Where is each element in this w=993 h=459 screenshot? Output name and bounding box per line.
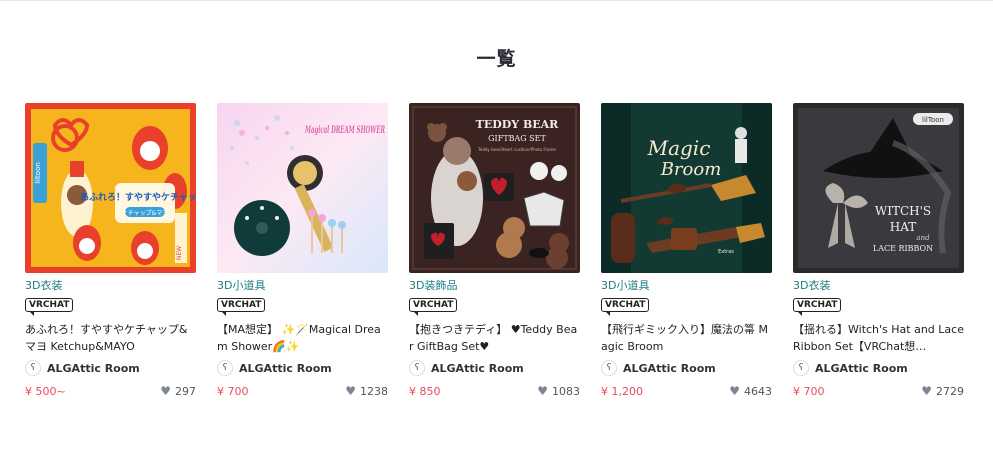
item-grid: liltoon あふれろ！すやすやケチャップ ケチャップ&マヨ NEW 3D衣装… xyxy=(25,103,970,403)
item-card: Magic Broom Extras 3D小道具 VRCHAT 【飛行ギミック入… xyxy=(601,103,772,399)
item-price: ¥ 850 xyxy=(409,384,441,398)
brand-label: liltoon xyxy=(34,162,42,184)
thumbnail-title-text: WITCH'S xyxy=(875,204,931,218)
thumbnail-title-text: Magic xyxy=(647,136,711,160)
item-list-page: 一覧 liltoon あふれろ！すやすやケチャップ ケチャップ&マヨ NEW 3… xyxy=(0,0,993,459)
shop-link[interactable]: ʕ ALGAttic Room xyxy=(409,359,580,377)
shop-avatar-icon: ʕ xyxy=(601,360,617,376)
item-price: ¥ 1,200 xyxy=(601,384,643,398)
shop-link[interactable]: ʕ ALGAttic Room xyxy=(25,359,196,377)
vrchat-badge: VRCHAT xyxy=(793,298,842,316)
item-card: Magical DREAM SHOWER 3D小道具 VRCHAT 【MA想定】… xyxy=(217,103,388,399)
thumbnail-and-text: and xyxy=(916,234,930,242)
shop-avatar-icon: ʕ xyxy=(25,360,41,376)
like-count: 1238 xyxy=(360,384,388,398)
thumbnail-subtitle-text: GIFTBAG SET xyxy=(488,134,546,143)
item-thumbnail[interactable]: liltoon あふれろ！すやすやケチャップ ケチャップ&マヨ NEW xyxy=(25,103,196,273)
shop-name: ALGAttic Room xyxy=(815,361,908,375)
like-button[interactable]: ♥ 1083 xyxy=(537,385,580,398)
item-category[interactable]: 3D衣装 xyxy=(793,279,964,292)
item-title[interactable]: 【飛行ギミック入り】魔法の箒 Magic Broom xyxy=(601,321,772,355)
thumbnail-small-text: Extras xyxy=(718,249,734,255)
page-title: 一覧 xyxy=(476,48,517,70)
item-thumbnail[interactable]: Magic Broom Extras xyxy=(601,103,772,273)
item-title[interactable]: 【揺れる】Witch's Hat and Lace Ribbon Set【VRC… xyxy=(793,321,964,355)
heart-icon: ♥ xyxy=(160,384,171,398)
shop-link[interactable]: ʕ ALGAttic Room xyxy=(217,359,388,377)
item-category[interactable]: 3D小道具 xyxy=(601,279,772,292)
thumbnail-small-text: Teddy bear/Heart cushion/Photo Frame xyxy=(477,147,556,152)
thumbnail-small-text: LACE RIBBON xyxy=(873,244,933,253)
shop-name: ALGAttic Room xyxy=(239,361,332,375)
like-button[interactable]: ♥ 4643 xyxy=(729,385,772,398)
like-button[interactable]: ♥ 297 xyxy=(160,385,196,398)
item-thumbnail[interactable]: lilToon WITCH'S HAT and LACE RIBBON xyxy=(793,103,964,273)
shop-name: ALGAttic Room xyxy=(431,361,524,375)
magic-broom-thumbnail-image: Magic Broom Extras xyxy=(601,103,772,273)
top-divider xyxy=(0,0,993,1)
vrchat-badge: VRCHAT xyxy=(25,298,74,316)
vrchat-badge: VRCHAT xyxy=(601,298,650,316)
thumbnail-title-text: あふれろ！すやすやケチャップ xyxy=(80,191,196,203)
heart-icon: ♥ xyxy=(921,384,932,398)
item-card: lilToon WITCH'S HAT and LACE RIBBON 3D衣装… xyxy=(793,103,964,399)
vrchat-badge: VRCHAT xyxy=(217,298,266,316)
item-category[interactable]: 3D衣装 xyxy=(25,279,196,292)
item-thumbnail[interactable]: Magical DREAM SHOWER xyxy=(217,103,388,273)
heart-icon: ♥ xyxy=(537,384,548,398)
price-row: ¥ 700 ♥ 2729 xyxy=(793,383,964,399)
thumbnail-subtitle-text: Broom xyxy=(660,159,722,180)
item-price: ¥ 700 xyxy=(217,384,249,398)
price-row: ¥ 1,200 ♥ 4643 xyxy=(601,383,772,399)
teddy-bear-giftbag-thumbnail-image: TEDDY BEAR GIFTBAG SET Teddy bear/Heart … xyxy=(409,103,580,273)
heart-icon: ♥ xyxy=(729,384,740,398)
like-count: 1083 xyxy=(552,384,580,398)
magical-dream-shower-thumbnail-image: Magical DREAM SHOWER xyxy=(217,103,388,273)
item-card: liltoon あふれろ！すやすやケチャップ ケチャップ&マヨ NEW 3D衣装… xyxy=(25,103,196,399)
like-count: 4643 xyxy=(744,384,772,398)
shop-name: ALGAttic Room xyxy=(623,361,716,375)
like-count: 2729 xyxy=(936,384,964,398)
shop-link[interactable]: ʕ ALGAttic Room xyxy=(601,359,772,377)
shop-name: ALGAttic Room xyxy=(47,361,140,375)
shop-link[interactable]: ʕ ALGAttic Room xyxy=(793,359,964,377)
thumbnail-tag-text: ケチャップ&マヨ xyxy=(122,210,169,217)
witch-hat-lace-ribbon-thumbnail-image: lilToon WITCH'S HAT and LACE RIBBON xyxy=(793,103,964,273)
thumbnail-title-text: TEDDY BEAR xyxy=(476,118,560,131)
brand-label: lilToon xyxy=(922,116,944,124)
item-category[interactable]: 3D小道具 xyxy=(217,279,388,292)
like-button[interactable]: ♥ 2729 xyxy=(921,385,964,398)
shop-avatar-icon: ʕ xyxy=(793,360,809,376)
item-price: ¥ 500~ xyxy=(25,384,66,398)
item-title[interactable]: あふれろ！すやすやケチャップ&マヨ Ketchup&MAYO xyxy=(25,321,196,355)
item-title[interactable]: 【MA想定】 ✨🪄Magical Dream Shower🌈✨ xyxy=(217,321,388,355)
shop-avatar-icon: ʕ xyxy=(217,360,233,376)
thumbnail-subtitle-text: HAT xyxy=(890,220,916,234)
like-button[interactable]: ♥ 1238 xyxy=(345,385,388,398)
vrchat-badge: VRCHAT xyxy=(409,298,458,316)
item-title[interactable]: 【抱きつきテディ】 ♥Teddy Bear GiftBag Set♥ xyxy=(409,321,580,355)
heart-icon: ♥ xyxy=(345,384,356,398)
thumbnail-side-text: NEW xyxy=(176,246,183,260)
shop-avatar-icon: ʕ xyxy=(409,360,425,376)
like-count: 297 xyxy=(175,384,196,398)
price-row: ¥ 500~ ♥ 297 xyxy=(25,383,196,399)
item-category[interactable]: 3D装飾品 xyxy=(409,279,580,292)
price-row: ¥ 850 ♥ 1083 xyxy=(409,383,580,399)
item-card: TEDDY BEAR GIFTBAG SET Teddy bear/Heart … xyxy=(409,103,580,399)
item-thumbnail[interactable]: TEDDY BEAR GIFTBAG SET Teddy bear/Heart … xyxy=(409,103,580,273)
thumbnail-title-text: Magical DREAM SHOWER xyxy=(304,125,385,136)
item-price: ¥ 700 xyxy=(793,384,825,398)
price-row: ¥ 700 ♥ 1238 xyxy=(217,383,388,399)
ketchup-mayo-thumbnail-image: liltoon あふれろ！すやすやケチャップ ケチャップ&マヨ NEW xyxy=(25,103,196,273)
